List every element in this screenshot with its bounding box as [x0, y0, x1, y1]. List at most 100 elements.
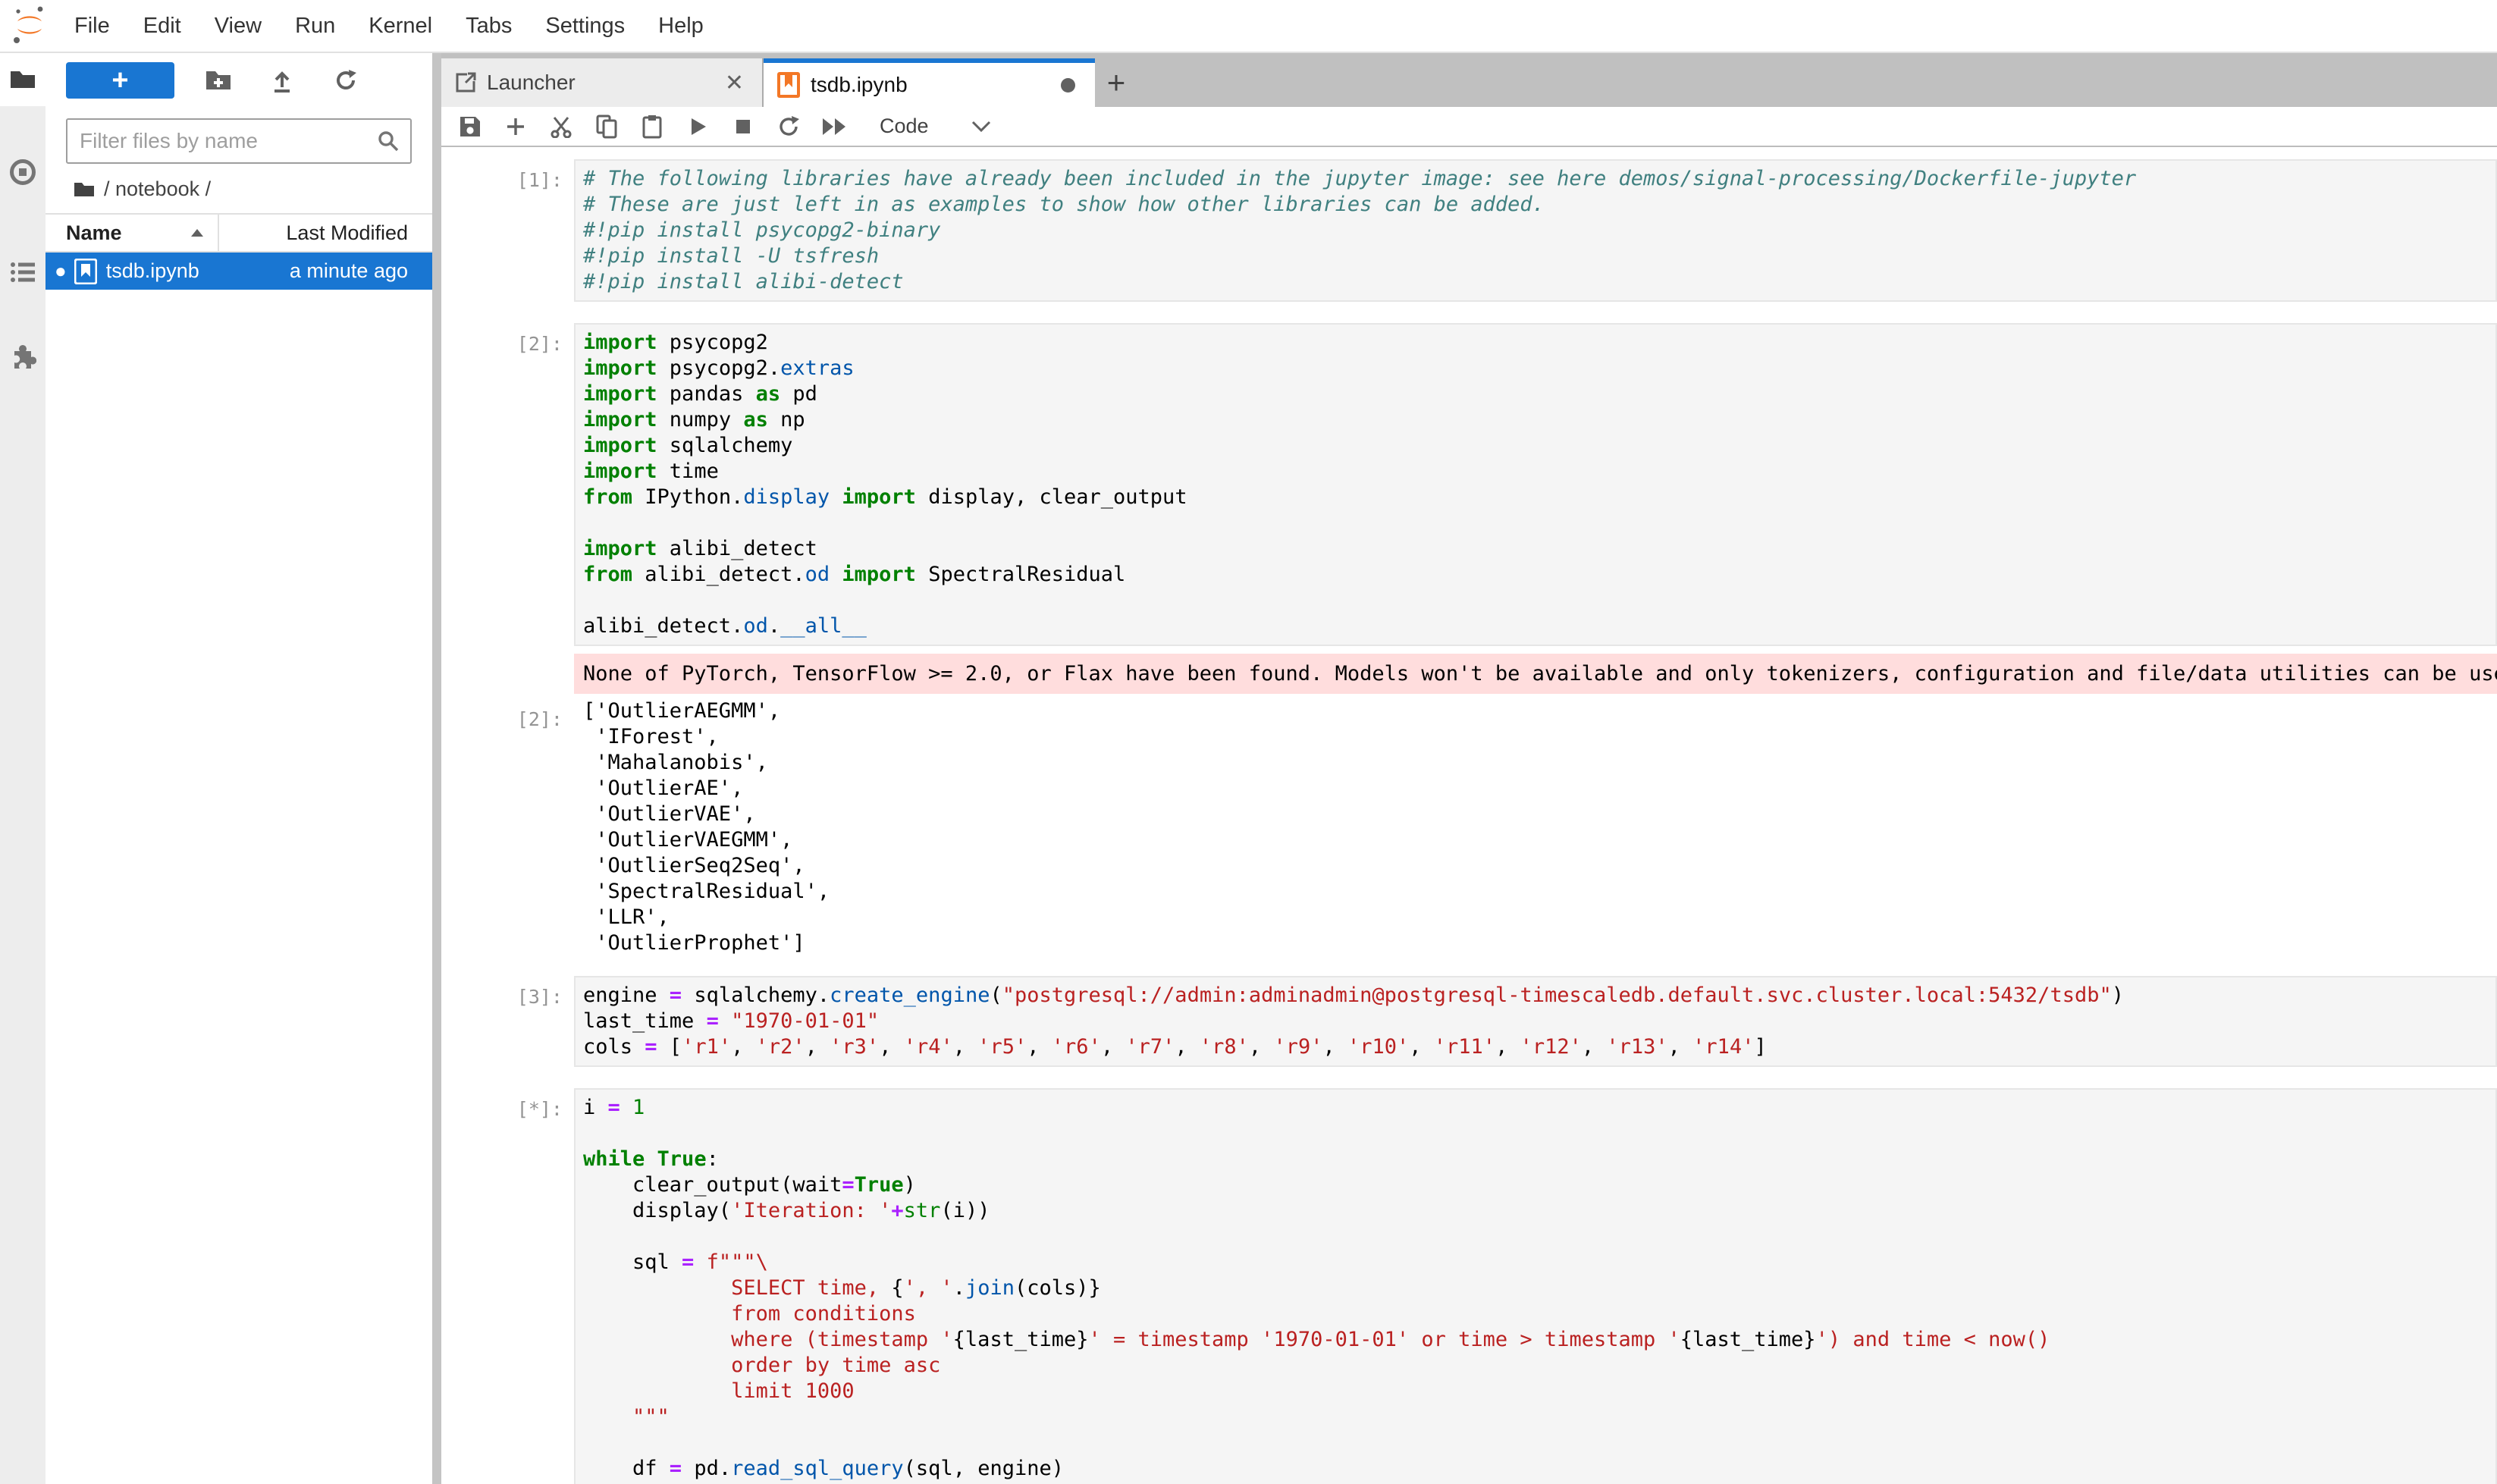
- save-button[interactable]: [447, 109, 493, 144]
- code-line: import psycopg2.extras: [583, 356, 2495, 381]
- code-cell-editor[interactable]: # The following libraries have already b…: [574, 159, 2497, 302]
- cell-prompt: [3]:: [441, 976, 574, 1067]
- code-line: alibi_detect.od.__all__: [583, 613, 2495, 639]
- copy-cells-button[interactable]: [584, 109, 629, 144]
- filter-files-input[interactable]: [67, 128, 377, 154]
- unsaved-changes-dot[interactable]: [1061, 78, 1075, 93]
- extensions-icon: [9, 342, 36, 369]
- paste-icon: [642, 115, 663, 139]
- dock-tab-bar: Launcher ✕ tsdb.ipynb +: [441, 53, 2497, 107]
- code-line: last_time = "1970-01-01": [583, 1009, 2495, 1034]
- menu-item[interactable]: Help: [642, 14, 720, 39]
- code-cell-editor[interactable]: engine = sqlalchemy.create_engine("postg…: [574, 976, 2497, 1067]
- output-line: 'OutlierProphet']: [583, 930, 2497, 956]
- menu-item[interactable]: Edit: [127, 14, 198, 39]
- menu-items: FileEditViewRunKernelTabsSettingsHelp: [58, 14, 720, 39]
- menu-item[interactable]: View: [198, 14, 278, 39]
- menu-item[interactable]: Tabs: [449, 14, 529, 39]
- code-cell-row: [1]: # The following libraries have alrea…: [441, 159, 2497, 302]
- file-row-selected[interactable]: ● tsdb.ipynb a minute ago: [45, 253, 432, 290]
- code-line: [583, 1430, 2495, 1456]
- run-icon: [687, 116, 708, 137]
- code-line: # The following libraries have already b…: [583, 166, 2495, 192]
- sidebar-tab-running-sessions[interactable]: [0, 146, 45, 199]
- tab-notebook-active[interactable]: tsdb.ipynb: [764, 58, 1095, 107]
- code-line: # These are just left in as examples to …: [583, 192, 2495, 218]
- code-line: #!pip install -U tsfresh: [583, 243, 2495, 269]
- add-icon: [505, 116, 526, 137]
- sidebar-tab-extensions[interactable]: [0, 329, 45, 382]
- code-cell-row: [*]:i = 1 while True: clear_output(wait=…: [441, 1088, 2497, 1484]
- paste-cells-button[interactable]: [629, 109, 675, 144]
- code-cell-editor[interactable]: import psycopg2import psycopg2.extras imp…: [574, 323, 2497, 646]
- sort-ascending-icon: [190, 228, 204, 237]
- chevron-down-icon[interactable]: [971, 121, 991, 133]
- run-cell-button[interactable]: [675, 109, 720, 144]
- execute-result-row: [2]:['OutlierAEGMM', 'IForest', 'Mahalan…: [441, 698, 2497, 956]
- code-line: [583, 588, 2495, 613]
- folder-icon: [9, 68, 36, 91]
- menu-item[interactable]: File: [58, 14, 127, 39]
- notebook-cells-area[interactable]: [1]: # The following libraries have alrea…: [441, 147, 2497, 1484]
- code-line: from IPython.display import display, cle…: [583, 485, 2495, 510]
- upload-icon: [270, 68, 294, 93]
- interrupt-kernel-button[interactable]: [720, 109, 766, 144]
- output-line: 'OutlierVAEGMM',: [583, 827, 2497, 853]
- cell-prompt: [441, 654, 574, 694]
- notebook-toolbar: Code: [441, 107, 2497, 147]
- code-line: while True:: [583, 1147, 2495, 1172]
- code-line: order by time asc: [583, 1353, 2495, 1379]
- tab-label: Launcher: [487, 71, 720, 95]
- breadcrumb[interactable]: / notebook /: [74, 177, 432, 201]
- cell-prompt: [2]:: [441, 323, 574, 646]
- save-icon: [459, 115, 482, 138]
- column-header-last-modified[interactable]: Last Modified: [219, 221, 432, 245]
- folder-icon: [74, 181, 95, 198]
- sidebar-tab-table-of-contents[interactable]: [0, 246, 45, 299]
- close-icon[interactable]: ✕: [720, 70, 748, 96]
- code-line: import time: [583, 459, 2495, 485]
- code-line: from alibi_detect.od import SpectralResi…: [583, 562, 2495, 588]
- fast-forward-icon: [821, 117, 847, 136]
- menu-item[interactable]: Settings: [529, 14, 642, 39]
- panel-resize-handle[interactable]: [432, 53, 441, 1484]
- cut-cells-button[interactable]: [538, 109, 584, 144]
- output-line: 'OutlierSeq2Seq',: [583, 853, 2497, 879]
- menu-bar: FileEditViewRunKernelTabsSettingsHelp: [0, 0, 2497, 53]
- output-line: 'OutlierVAE',: [583, 802, 2497, 827]
- refresh-button[interactable]: [314, 62, 378, 99]
- code-cell-editor[interactable]: i = 1 while True: clear_output(wait=True…: [574, 1088, 2497, 1484]
- restart-kernel-button[interactable]: [766, 109, 811, 144]
- column-header-name[interactable]: Name: [45, 215, 219, 251]
- code-line: engine = sqlalchemy.create_engine("postg…: [583, 983, 2495, 1009]
- jupyterlab-window: FileEditViewRunKernelTabsSettingsHelp: [0, 0, 2497, 1484]
- sidebar-tab-file-browser[interactable]: [0, 53, 45, 106]
- new-launcher-button[interactable]: +: [66, 62, 174, 99]
- activity-bar: [0, 53, 45, 1484]
- code-line: [583, 1224, 2495, 1250]
- cell-prompt: [1]:: [441, 159, 574, 302]
- menu-item[interactable]: Run: [278, 14, 352, 39]
- code-line: import alibi_detect: [583, 536, 2495, 562]
- menu-item[interactable]: Kernel: [352, 14, 449, 39]
- code-line: #!pip install alibi-detect: [583, 269, 2495, 295]
- search-icon: [377, 130, 400, 152]
- refresh-icon: [334, 68, 358, 93]
- new-tab-button[interactable]: +: [1095, 58, 1137, 107]
- code-line: df = pd.read_sql_query(sql, engine): [583, 1456, 2495, 1482]
- code-line: display('Iteration: '+str(i)): [583, 1198, 2495, 1224]
- code-line: cols = ['r1', 'r2', 'r3', 'r4', 'r5', 'r…: [583, 1034, 2495, 1060]
- run-all-cells-button[interactable]: [811, 109, 857, 144]
- new-folder-button[interactable]: [187, 62, 250, 99]
- running-kernel-dot: ●: [55, 259, 67, 283]
- code-line: import psycopg2: [583, 330, 2495, 356]
- tab-launcher[interactable]: Launcher ✕: [441, 58, 764, 107]
- cell-type-select[interactable]: Code: [880, 115, 929, 138]
- code-line: SELECT time, {', '.join(cols)}: [583, 1275, 2495, 1301]
- output-line: 'Mahalanobis',: [583, 750, 2497, 776]
- add-cell-button[interactable]: [493, 109, 538, 144]
- code-cell-row: [2]:import psycopg2import psycopg2.extra…: [441, 323, 2497, 646]
- upload-button[interactable]: [250, 62, 314, 99]
- code-line: """: [583, 1404, 2495, 1430]
- code-line: clear_output(wait=True): [583, 1172, 2495, 1198]
